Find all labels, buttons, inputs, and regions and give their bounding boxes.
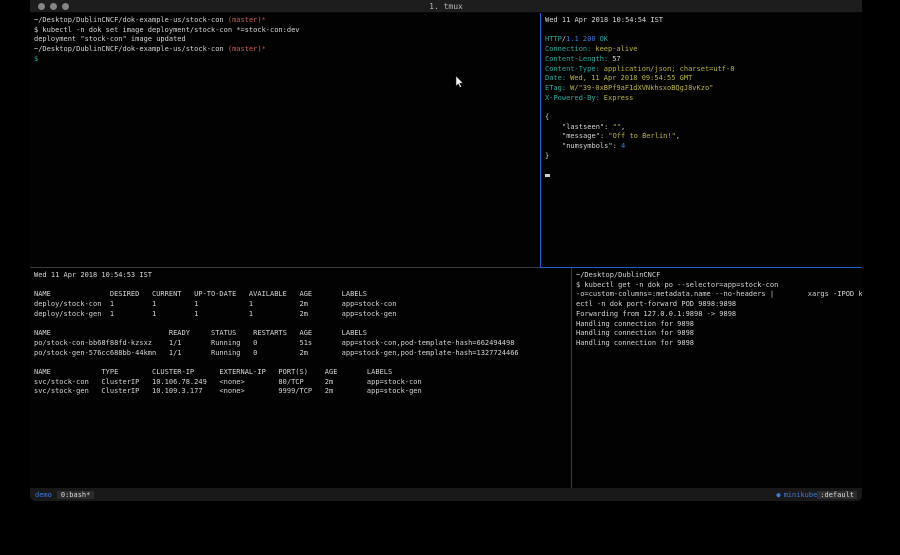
blank-line: [545, 162, 858, 172]
output-line: Handling connection for 9898: [576, 329, 858, 339]
header-name: Content-Type:: [545, 65, 600, 73]
git-branch: (master): [228, 45, 262, 53]
status-bar-left: demo 0:bash*: [35, 491, 94, 499]
minimize-button[interactable]: [50, 3, 57, 10]
http-protocol: HTTP: [545, 35, 562, 43]
timestamp-line: Wed 11 Apr 2018 10:54:54 IST: [545, 16, 858, 26]
pane-bottom-right[interactable]: ~/Desktop/DublinCNCF $ kubectl get -n do…: [572, 268, 862, 488]
blank-line: [545, 103, 858, 113]
header-name: Content-Length:: [545, 55, 608, 63]
prompt-cwd-line: ~/Desktop/DublinCNCF/dok-example-us/stoc…: [34, 45, 536, 55]
cwd-line: ~/Desktop/DublinCNCF: [576, 271, 858, 281]
pane-top-right[interactable]: Wed 11 Apr 2018 10:54:54 IST HTTP/1.1 20…: [541, 13, 862, 267]
header-name: Connection:: [545, 45, 591, 53]
blank-line: [34, 358, 567, 368]
http-header-line: Content-Length: 57: [545, 55, 858, 65]
json-open-brace: {: [545, 113, 858, 123]
http-version-code: 1.1 200: [566, 35, 596, 43]
pods-table: NAME READY STATUS RESTARTS AGE LABELS po…: [34, 329, 567, 358]
header-value: application/json; charset=utf-8: [604, 65, 735, 73]
deployments-table: NAME DESIRED CURRENT UP-TO-DATE AVAILABL…: [34, 290, 567, 319]
json-key: "lastseen": [562, 123, 604, 131]
cwd-path: ~/Desktop/DublinCNCF/dok-example-us/stoc…: [34, 16, 228, 24]
output-line: Handling connection for 9898: [576, 339, 858, 349]
blank-line: [34, 320, 567, 330]
window-title: 1. tmux: [30, 0, 862, 13]
json-key: "numsymbols": [562, 142, 613, 150]
command-line-wrap: -o=custom-columns=:metadata.name --no-he…: [576, 290, 858, 300]
json-close-brace: }: [545, 152, 858, 162]
http-header-line: X-Powered-By: Express: [545, 94, 858, 104]
header-value: W/"39-0xBPf9aF1dXVNkhsxoBQgJ8vKzo": [570, 84, 713, 92]
mouse-cursor-arrow: [455, 76, 464, 89]
zoom-button[interactable]: [62, 3, 69, 10]
shell-prompt: $: [34, 55, 536, 65]
cursor-line: [545, 171, 858, 181]
http-header-line: ETag: W/"39-0xBPf9aF1dXVNkhsxoBQgJ8vKzo": [545, 84, 858, 94]
json-separator: :: [613, 142, 621, 150]
services-table: NAME TYPE CLUSTER-IP EXTERNAL-IP PORT(S)…: [34, 368, 567, 397]
http-status-line: HTTP/1.1 200OK: [545, 35, 858, 45]
blank-line: [34, 281, 567, 291]
command-line: $ kubectl -n dok set image deployment/st…: [34, 26, 536, 36]
header-value: Express: [604, 94, 634, 102]
json-value: "Off to Berlin!": [608, 132, 675, 140]
header-name: Date:: [545, 74, 566, 82]
git-dirty-marker: *: [262, 45, 266, 53]
json-value: 4: [621, 142, 625, 150]
pane-border-vertical-top[interactable]: [540, 13, 541, 267]
kubernetes-icon: ●: [776, 491, 780, 499]
window-tab[interactable]: 0:bash*: [57, 491, 95, 499]
output-line: Handling connection for 9898: [576, 320, 858, 330]
header-name: X-Powered-By:: [545, 94, 600, 102]
http-header-line: Connection: keep-alive: [545, 45, 858, 55]
command-output-line: deployment "stock-con" image updated: [34, 35, 536, 45]
terminal-cursor: [545, 174, 550, 177]
blank-line: [545, 26, 858, 36]
command-line: $ kubectl get -n dok po --selector=app=s…: [576, 281, 858, 291]
pane-top-left[interactable]: ~/Desktop/DublinCNCF/dok-example-us/stoc…: [30, 13, 540, 267]
command-line-wrap: ectl -n dok port-forward POD 9898:9898: [576, 300, 858, 310]
json-comma: ,: [676, 132, 680, 140]
json-separator: :: [604, 123, 612, 131]
tmux-pane-area: ~/Desktop/DublinCNCF/dok-example-us/stoc…: [30, 13, 862, 488]
status-bar-right: ● minikube:default: [776, 491, 857, 499]
json-entry-line: "message": "Off to Berlin!",: [545, 132, 858, 142]
header-name: ETag:: [545, 84, 566, 92]
output-line: Forwarding from 127.0.0.1:9898 -> 9898: [576, 310, 858, 320]
kube-context: minikube: [784, 491, 818, 499]
pane-bottom-left[interactable]: Wed 11 Apr 2018 10:54:53 IST NAME DESIRE…: [30, 268, 571, 488]
tmux-status-bar: demo 0:bash* ● minikube:default: [30, 488, 862, 501]
kube-namespace: :default: [817, 491, 857, 499]
json-key: "message": [562, 132, 600, 140]
window-titlebar: 1. tmux: [30, 0, 862, 13]
header-value: keep-alive: [595, 45, 637, 53]
prompt-cwd-line: ~/Desktop/DublinCNCF/dok-example-us/stoc…: [34, 16, 536, 26]
cwd-path: ~/Desktop/DublinCNCF/dok-example-us/stoc…: [34, 45, 228, 53]
http-header-line: Date: Wed, 11 Apr 2018 09:54:55 GMT: [545, 74, 858, 84]
json-entry-line: "lastseen": "",: [545, 123, 858, 133]
close-button[interactable]: [38, 3, 45, 10]
header-value: Wed, 11 Apr 2018 09:54:55 GMT: [570, 74, 692, 82]
json-entry-line: "numsymbols": 4: [545, 142, 858, 152]
json-comma: ,: [621, 123, 625, 131]
timestamp-line: Wed 11 Apr 2018 10:54:53 IST: [34, 271, 567, 281]
git-branch: (master): [228, 16, 262, 24]
http-reason: OK: [600, 35, 608, 43]
terminal-window: 1. tmux ~/Desktop/DublinCNCF/dok-example…: [30, 0, 862, 501]
json-value: "": [613, 123, 621, 131]
header-value: 57: [612, 55, 620, 63]
mouse-cursor: [455, 74, 464, 87]
traffic-lights: [38, 3, 69, 10]
http-header-line: Content-Type: application/json; charset=u…: [545, 65, 858, 75]
git-dirty-marker: *: [262, 16, 266, 24]
session-name: demo: [35, 491, 52, 499]
